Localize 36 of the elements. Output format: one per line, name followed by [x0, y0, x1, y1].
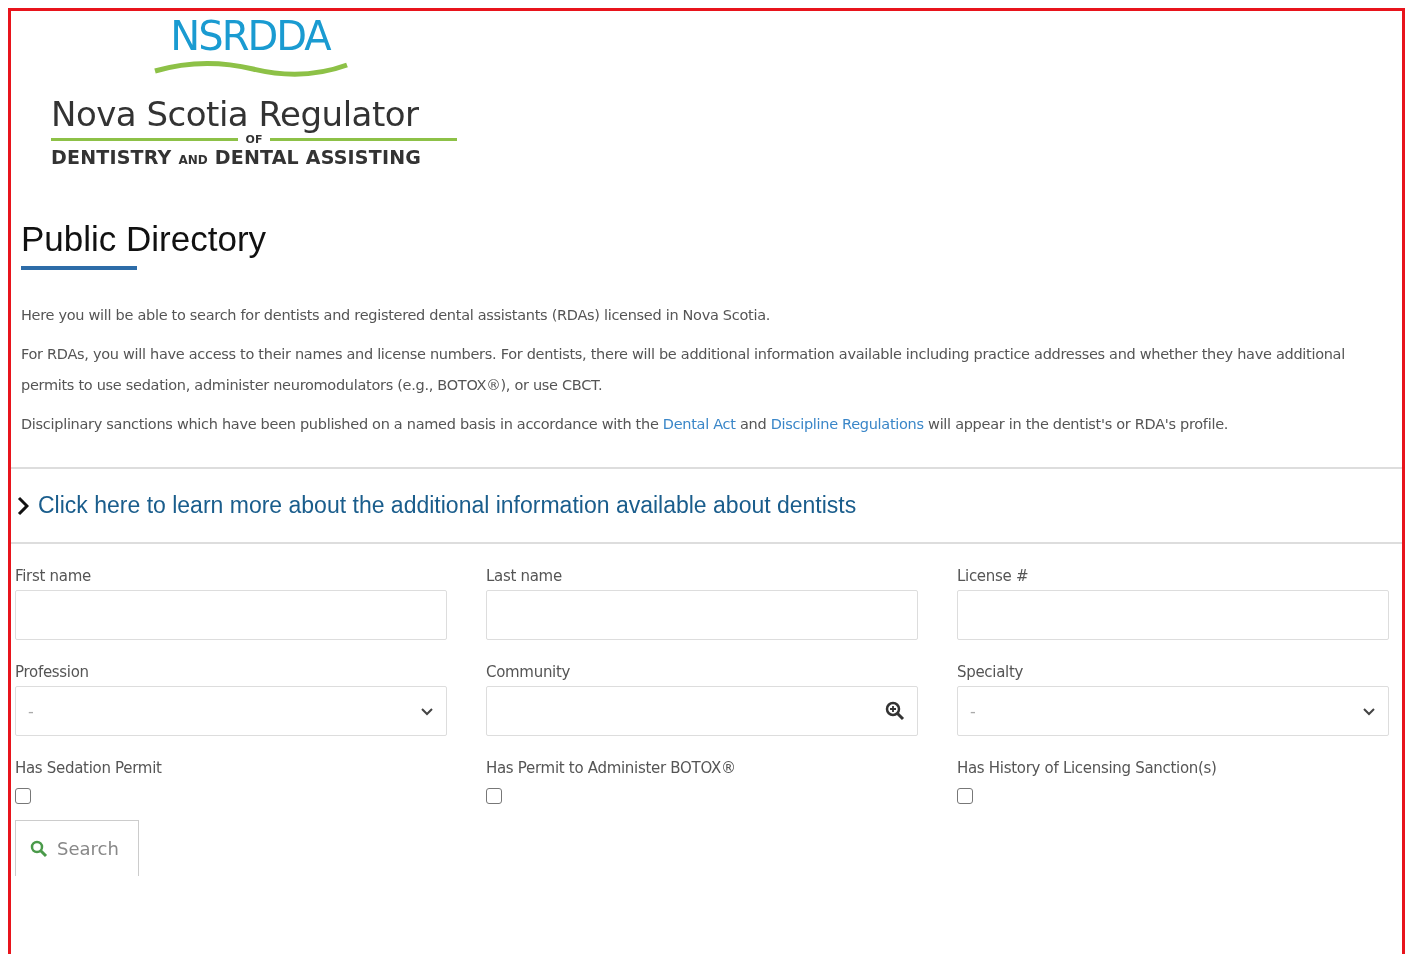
field-label: Has Sedation Permit: [15, 758, 163, 779]
input-field[interactable]: [957, 590, 1389, 640]
logo-text: OF: [245, 133, 263, 146]
page-title: Public Directory: [21, 218, 267, 260]
input-field[interactable]: [486, 590, 918, 640]
search-button[interactable]: Search: [15, 820, 139, 876]
paragraph: Here you will be able to search for dentists and registered dental assistants (RDAs) licensed in Nova Scotia.: [21, 306, 772, 325]
field-label: Has History of Licensing Sanction(s): [957, 758, 1218, 779]
input-field[interactable]: [15, 590, 447, 640]
dropdown[interactable]: -: [15, 686, 447, 736]
checkbox[interactable]: [15, 788, 31, 804]
field-label: Has Permit to Administer BOTOX®: [486, 758, 737, 779]
logo-text: AND: [178, 153, 208, 167]
checkbox[interactable]: [486, 788, 502, 804]
lookup-field[interactable]: [486, 686, 918, 736]
caret-icon: [420, 706, 434, 716]
search-icon: [885, 701, 905, 721]
paragraph: For RDAs, you will have access to their names and license numbers. For dentists, there will be additional information available including practice addresses and whether they have additional permits to use sedation, administer neuromodulators (e.g., BOTOX®), or use CBCT.: [21, 345, 1346, 395]
field-label: First name: [15, 566, 92, 587]
dental-act-link[interactable]: Dental Act: [662, 416, 736, 432]
field-label: Last name: [486, 566, 563, 587]
logo-acronym: NSRDDA: [170, 13, 330, 59]
field-label: Profession: [15, 662, 90, 683]
dropdown[interactable]: -: [957, 686, 1389, 736]
field-label: License #: [957, 566, 1030, 587]
regulations-link[interactable]: Discipline Regulations: [770, 416, 924, 432]
logo-text: DENTISTRY: [51, 146, 172, 168]
paragraph: Disciplinary sanctions which have been published on a named basis in accordance with the Dental Act and Discipline Regulations will appear in the dentist's or RDA's profile.: [21, 415, 1230, 434]
checkbox[interactable]: [957, 788, 973, 804]
field-label: Community: [486, 662, 572, 683]
field-label: Specialty: [957, 662, 1025, 683]
caret-icon: [1362, 706, 1376, 716]
logo-text: DENTAL ASSISTING: [214, 146, 422, 168]
expander-link[interactable]: Click here to learn more about the additional information available about dentists: [17, 492, 857, 519]
search-icon: [30, 839, 48, 858]
logo-name: Nova Scotia Regulator: [51, 95, 419, 133]
